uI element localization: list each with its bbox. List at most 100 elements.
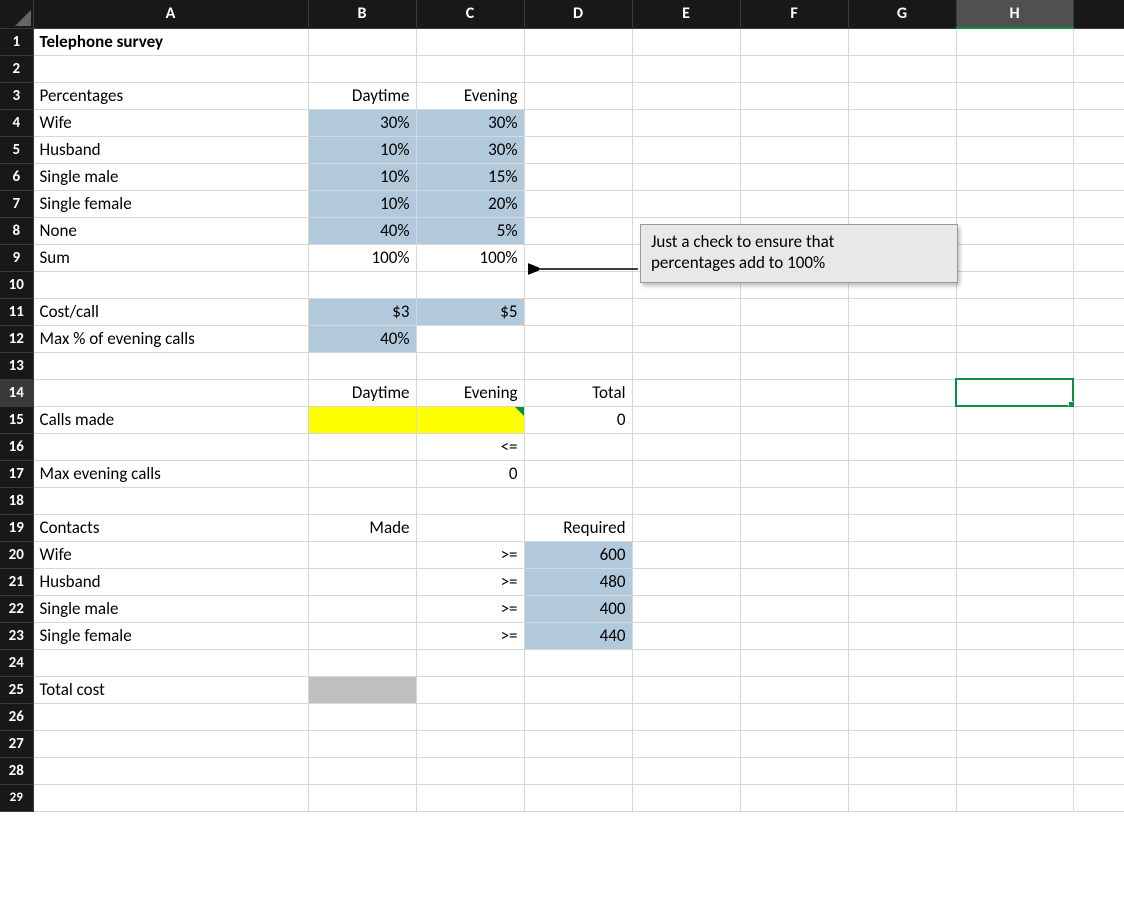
cell-A7[interactable]: Single female (33, 190, 308, 217)
cell-A5[interactable]: Husband (33, 136, 308, 163)
cell-A3[interactable]: Percentages (33, 82, 308, 109)
row-header[interactable]: 23 (0, 622, 33, 649)
row-header[interactable]: 3 (0, 82, 33, 109)
row-header[interactable]: 2 (0, 55, 33, 82)
cell-B1[interactable] (308, 28, 416, 55)
row-5[interactable]: 5 Husband 10% 30% (0, 136, 1124, 163)
col-header-A[interactable]: A (33, 0, 308, 28)
row-13[interactable]: 13 (0, 352, 1124, 379)
col-header-F[interactable]: F (740, 0, 848, 28)
cell-A20[interactable]: Wife (33, 541, 308, 568)
cell-A25[interactable]: Total cost (33, 676, 308, 703)
row-header[interactable]: 24 (0, 649, 33, 676)
row-18[interactable]: 18 (0, 487, 1124, 514)
row-21[interactable]: 21 Husband >= 480 (0, 568, 1124, 595)
col-header-E[interactable]: E (632, 0, 740, 28)
row-header[interactable]: 18 (0, 487, 33, 514)
cell-B4[interactable]: 30% (308, 109, 416, 136)
row-header[interactable]: 14 (0, 379, 33, 406)
row-19[interactable]: 19 Contacts Made Required (0, 514, 1124, 541)
cell-A6[interactable]: Single male (33, 163, 308, 190)
row-3[interactable]: 3 Percentages Daytime Evening (0, 82, 1124, 109)
row-6[interactable]: 6 Single male 10% 15% (0, 163, 1124, 190)
col-header-D[interactable]: D (524, 0, 632, 28)
row-27[interactable]: 27 (0, 730, 1124, 757)
cell-B25[interactable] (308, 676, 416, 703)
row-header[interactable]: 27 (0, 730, 33, 757)
row-header[interactable]: 11 (0, 298, 33, 325)
cell-D1[interactable] (524, 28, 632, 55)
row-header[interactable]: 28 (0, 757, 33, 784)
col-header-G[interactable]: G (848, 0, 956, 28)
row-29[interactable]: 29 (0, 784, 1124, 811)
row-header[interactable]: 1 (0, 28, 33, 55)
row-header[interactable]: 20 (0, 541, 33, 568)
row-11[interactable]: 11 Cost/call $3 $5 (0, 298, 1124, 325)
cell-G1[interactable] (848, 28, 956, 55)
cell-A12[interactable]: Max % of evening calls (33, 325, 308, 352)
col-header-C[interactable]: C (416, 0, 524, 28)
row-16[interactable]: 16 <= (0, 433, 1124, 460)
row-header[interactable]: 7 (0, 190, 33, 217)
cell-C22[interactable]: >= (416, 595, 524, 622)
row-26[interactable]: 26 (0, 703, 1124, 730)
cell-C11[interactable]: $5 (416, 298, 524, 325)
row-7[interactable]: 7 Single female 10% 20% (0, 190, 1124, 217)
row-header[interactable]: 29 (0, 784, 33, 811)
cell-A22[interactable]: Single male (33, 595, 308, 622)
cell-C8[interactable]: 5% (416, 217, 524, 244)
row-15[interactable]: 15 Calls made 0 (0, 406, 1124, 433)
cell-A17[interactable]: Max evening calls (33, 460, 308, 487)
row-14[interactable]: 14 Daytime Evening Total (0, 379, 1124, 406)
row-header[interactable]: 26 (0, 703, 33, 730)
row-header[interactable]: 12 (0, 325, 33, 352)
row-24[interactable]: 24 (0, 649, 1124, 676)
cell-D20[interactable]: 600 (524, 541, 632, 568)
cell-C5[interactable]: 30% (416, 136, 524, 163)
row-header[interactable]: 8 (0, 217, 33, 244)
cell-B11[interactable]: $3 (308, 298, 416, 325)
cell-A11[interactable]: Cost/call (33, 298, 308, 325)
cell-A4[interactable]: Wife (33, 109, 308, 136)
cell-A15[interactable]: Calls made (33, 406, 308, 433)
row-header[interactable]: 4 (0, 109, 33, 136)
row-4[interactable]: 4 Wife 30% 30% (0, 109, 1124, 136)
row-header[interactable]: 22 (0, 595, 33, 622)
cell-B14[interactable]: Daytime (308, 379, 416, 406)
row-header[interactable]: 9 (0, 244, 33, 271)
cell-E1[interactable] (632, 28, 740, 55)
row-header[interactable]: 16 (0, 433, 33, 460)
cell-C20[interactable]: >= (416, 541, 524, 568)
cell-D15[interactable]: 0 (524, 406, 632, 433)
cell-B19[interactable]: Made (308, 514, 416, 541)
cell-F1[interactable] (740, 28, 848, 55)
comment-callout[interactable]: Just a check to ensure that percentages … (640, 224, 958, 283)
col-header-overflow[interactable] (1073, 0, 1124, 28)
row-header[interactable]: 17 (0, 460, 33, 487)
cell-D22[interactable]: 400 (524, 595, 632, 622)
cell-H14-selected[interactable] (956, 379, 1073, 406)
cell-B15[interactable] (308, 406, 416, 433)
cell-A8[interactable]: None (33, 217, 308, 244)
cell-A9[interactable]: Sum (33, 244, 308, 271)
row-header[interactable]: 15 (0, 406, 33, 433)
row-header[interactable]: 21 (0, 568, 33, 595)
row-header[interactable]: 10 (0, 271, 33, 298)
row-25[interactable]: 25 Total cost (0, 676, 1124, 703)
cell-B8[interactable]: 40% (308, 217, 416, 244)
row-2[interactable]: 2 (0, 55, 1124, 82)
cell-A23[interactable]: Single female (33, 622, 308, 649)
cell-C15[interactable] (416, 406, 524, 433)
cell-A19[interactable]: Contacts (33, 514, 308, 541)
cell-D23[interactable]: 440 (524, 622, 632, 649)
col-header-H[interactable]: H (956, 0, 1073, 28)
cell-D19[interactable]: Required (524, 514, 632, 541)
cell-C21[interactable]: >= (416, 568, 524, 595)
row-1[interactable]: 1 Telephone survey (0, 28, 1124, 55)
cell-B3[interactable]: Daytime (308, 82, 416, 109)
row-28[interactable]: 28 (0, 757, 1124, 784)
row-22[interactable]: 22 Single male >= 400 (0, 595, 1124, 622)
cell-C7[interactable]: 20% (416, 190, 524, 217)
cell-A1[interactable]: Telephone survey (33, 28, 308, 55)
cell-C17[interactable]: 0 (416, 460, 524, 487)
